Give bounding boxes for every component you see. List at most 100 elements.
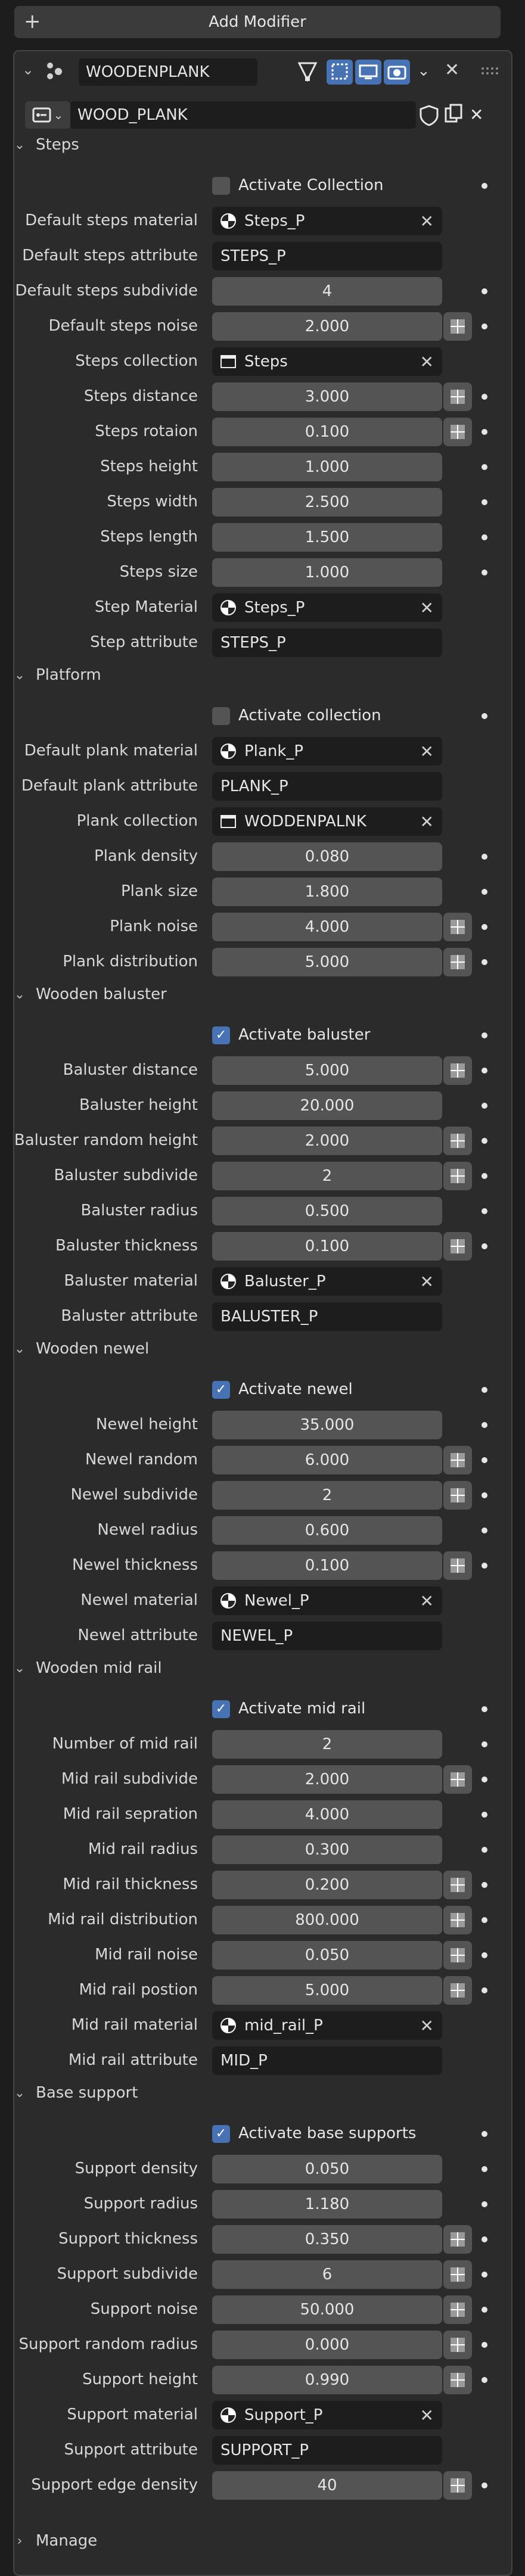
keyframe-dot-icon[interactable]	[481, 1422, 487, 1428]
keyframe-dot-icon[interactable]	[481, 288, 487, 294]
keyframe-dot-icon[interactable]	[481, 2236, 487, 2242]
mid-rail-radius-field[interactable]: 0.300	[212, 1835, 442, 1864]
plank-size-field[interactable]: 1.800	[212, 878, 442, 906]
newel-subdivide-field[interactable]: 2	[212, 1481, 442, 1510]
keyframe-dot-icon[interactable]	[481, 1032, 487, 1038]
keyframe-dot-icon[interactable]	[481, 534, 487, 540]
section-manage-header[interactable]: › Manage	[13, 2532, 98, 2550]
keyframe-dot-icon[interactable]	[481, 183, 487, 189]
activate-baluster-checkbox[interactable]: ✓	[212, 1026, 230, 1044]
keyframe-dot-icon[interactable]	[481, 464, 487, 470]
attribute-toggle-icon[interactable]	[443, 418, 472, 446]
baluster-height-field[interactable]: 20.000	[212, 1091, 442, 1120]
section-wooden-mid-rail-header[interactable]: ⌄ Wooden mid rail	[13, 1659, 162, 1677]
duplicate-icon[interactable]	[442, 102, 466, 127]
support-attribute-input[interactable]: SUPPORT_P	[212, 2436, 442, 2465]
plank-density-field[interactable]: 0.080	[212, 842, 442, 871]
keyframe-dot-icon[interactable]	[481, 959, 487, 965]
keyframe-dot-icon[interactable]	[481, 2377, 487, 2383]
mid-rail-distribution-field[interactable]: 800.000	[212, 1906, 442, 1934]
support-density-field[interactable]: 0.050	[212, 2155, 442, 2183]
drag-handle-icon[interactable]	[480, 64, 498, 76]
baluster-distance-field[interactable]: 5.000	[212, 1056, 442, 1085]
support-subdivide-field[interactable]: 6	[212, 2260, 442, 2289]
default-plank-material-selector[interactable]: Plank_P ✕	[212, 737, 442, 766]
support-radius-field[interactable]: 1.180	[212, 2190, 442, 2219]
steps-rotaion-field[interactable]: 0.100	[212, 418, 442, 446]
clear-icon[interactable]: ✕	[420, 598, 434, 618]
activate-newel-checkbox[interactable]: ✓	[212, 1381, 230, 1399]
baluster-random-height-field[interactable]: 2.000	[212, 1127, 442, 1155]
keyframe-dot-icon[interactable]	[481, 394, 487, 400]
activate-collection-checkbox[interactable]	[212, 707, 230, 725]
activate-baluster-label[interactable]: Activate baluster	[238, 1026, 370, 1044]
attribute-toggle-icon[interactable]	[443, 1162, 472, 1190]
section-steps-header[interactable]: ⌄ Steps	[13, 136, 79, 154]
activate-collection-label[interactable]: Activate Collection	[238, 176, 383, 194]
activate-base-supports-label[interactable]: Activate base supports	[238, 2124, 416, 2142]
mid-rail-noise-field[interactable]: 0.050	[212, 1941, 442, 1970]
default-plank-attribute-input[interactable]: PLANK_P	[212, 772, 442, 801]
keyframe-dot-icon[interactable]	[481, 1952, 487, 1958]
keyframe-dot-icon[interactable]	[481, 889, 487, 895]
attribute-toggle-icon[interactable]	[443, 2331, 472, 2359]
keyframe-dot-icon[interactable]	[481, 2342, 487, 2348]
keyframe-dot-icon[interactable]	[481, 924, 487, 930]
keyframe-dot-icon[interactable]	[481, 570, 487, 575]
keyframe-dot-icon[interactable]	[481, 1068, 487, 1074]
clear-icon[interactable]: ✕	[420, 2406, 434, 2425]
attribute-toggle-icon[interactable]	[443, 1906, 472, 1934]
attribute-toggle-icon[interactable]	[443, 2471, 472, 2500]
step-material-selector[interactable]: Steps_P ✕	[212, 593, 442, 622]
edit-mode-icon[interactable]	[296, 60, 319, 85]
attribute-toggle-icon[interactable]	[443, 312, 472, 341]
keyframe-dot-icon[interactable]	[481, 1492, 487, 1498]
steps-collection-selector[interactable]: Steps ✕	[212, 347, 442, 376]
keyframe-dot-icon[interactable]	[481, 854, 487, 860]
support-noise-field[interactable]: 50.000	[212, 2295, 442, 2324]
support-height-field[interactable]: 0.990	[212, 2366, 442, 2394]
attribute-toggle-icon[interactable]	[443, 2366, 472, 2394]
keyframe-dot-icon[interactable]	[481, 1777, 487, 1782]
mid-rail-material-selector[interactable]: mid_rail_P ✕	[212, 2011, 442, 2040]
clear-icon[interactable]: ✕	[420, 211, 434, 231]
baluster-radius-field[interactable]: 0.500	[212, 1197, 442, 1225]
dropdown-chevron-icon[interactable]: ⌄	[417, 62, 430, 80]
newel-thickness-field[interactable]: 0.100	[212, 1551, 442, 1580]
section-wooden-newel-header[interactable]: ⌄ Wooden newel	[13, 1340, 149, 1358]
attribute-toggle-icon[interactable]	[443, 948, 472, 976]
activate-collection-label[interactable]: Activate collection	[238, 707, 381, 724]
keyframe-dot-icon[interactable]	[481, 1103, 487, 1109]
attribute-toggle-icon[interactable]	[443, 1056, 472, 1085]
newel-attribute-input[interactable]: NEWEL_P	[212, 1622, 442, 1650]
keyframe-dot-icon[interactable]	[481, 1917, 487, 1923]
keyframe-dot-icon[interactable]	[481, 1527, 487, 1533]
newel-material-selector[interactable]: Newel_P ✕	[212, 1586, 442, 1615]
keyframe-dot-icon[interactable]	[481, 1457, 487, 1463]
on-cage-icon[interactable]	[327, 60, 353, 85]
mid-rail-subdivide-field[interactable]: 2.000	[212, 1765, 442, 1794]
newel-random-field[interactable]: 6.000	[212, 1446, 442, 1474]
clear-icon[interactable]: ✕	[420, 1272, 434, 1292]
mid-rail-sepration-field[interactable]: 4.000	[212, 1800, 442, 1829]
attribute-toggle-icon[interactable]	[443, 1127, 472, 1155]
attribute-toggle-icon[interactable]	[443, 1446, 472, 1474]
attribute-toggle-icon[interactable]	[443, 1941, 472, 1970]
keyframe-dot-icon[interactable]	[481, 1882, 487, 1888]
node-group-name-field[interactable]: WOOD_PLANK	[70, 101, 416, 129]
keyframe-dot-icon[interactable]	[481, 429, 487, 435]
keyframe-dot-icon[interactable]	[481, 1847, 487, 1853]
keyframe-dot-icon[interactable]	[481, 2131, 487, 2137]
add-modifier-button[interactable]: + Add Modifier	[14, 6, 501, 38]
display-viewport-icon[interactable]	[355, 60, 381, 85]
mid-rail-thickness-field[interactable]: 0.200	[212, 1871, 442, 1899]
attribute-toggle-icon[interactable]	[443, 1551, 472, 1580]
default-steps-subdivide-field[interactable]: 4	[212, 277, 442, 306]
support-random-radius-field[interactable]: 0.000	[212, 2331, 442, 2359]
plank-collection-selector[interactable]: WODDENPALNK ✕	[212, 807, 442, 836]
baluster-attribute-input[interactable]: BALUSTER_P	[212, 1302, 442, 1331]
baluster-thickness-field[interactable]: 0.100	[212, 1232, 442, 1261]
clear-icon[interactable]: ✕	[420, 742, 434, 761]
activate-mid-rail-label[interactable]: Activate mid rail	[238, 1700, 365, 1718]
keyframe-dot-icon[interactable]	[481, 323, 487, 329]
